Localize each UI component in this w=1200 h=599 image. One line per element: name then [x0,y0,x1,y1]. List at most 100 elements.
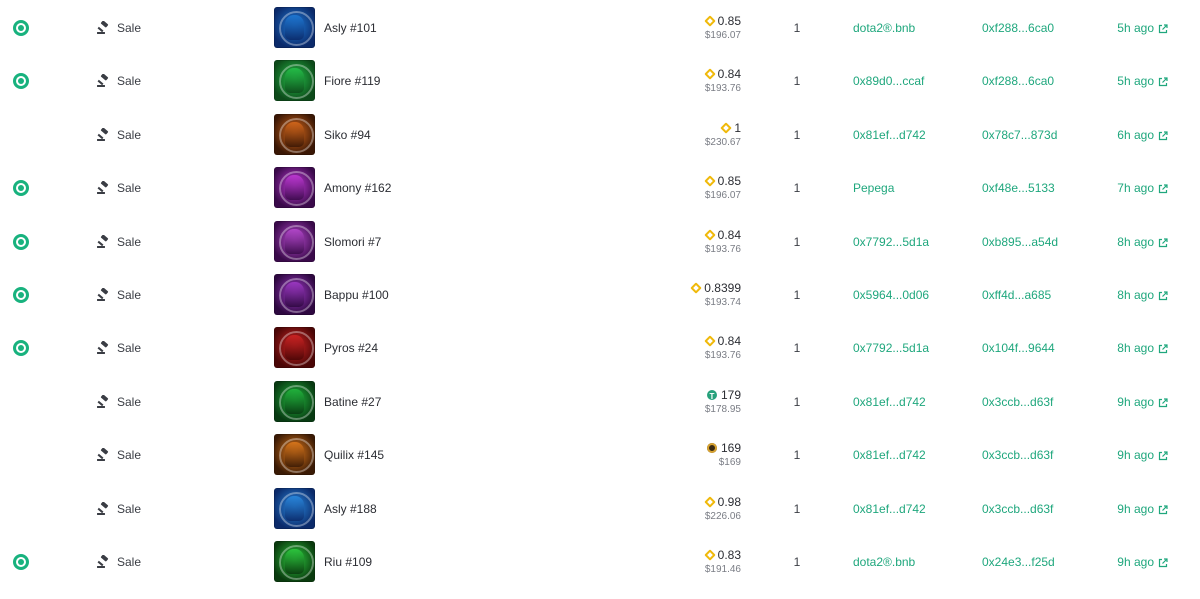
time-link[interactable]: 6h ago [1080,108,1168,161]
item-name[interactable]: Fiore #119 [324,74,380,88]
item-cell[interactable]: Riu #109 [274,535,372,588]
item-cell[interactable]: Amony #162 [274,161,391,214]
external-link-icon[interactable] [1158,343,1168,353]
item-cell[interactable]: Bappu #100 [274,268,389,321]
item-cell[interactable]: Asly #188 [274,482,377,535]
time-link[interactable]: 9h ago [1080,375,1168,428]
table-row[interactable]: Sale Siko #94 1 $230.67 1 0x81ef...d742 … [0,108,1200,161]
table-row[interactable]: Sale Quilix #145 169 $169 1 0x81ef...d74… [0,428,1200,481]
time-ago[interactable]: 9h ago [1117,448,1154,462]
item-name[interactable]: Riu #109 [324,555,372,569]
item-thumbnail[interactable] [274,381,315,422]
table-row[interactable]: Sale Asly #101 0.85 $196.07 1 dota2®.bnb… [0,1,1200,54]
item-thumbnail[interactable] [274,114,315,155]
time-link[interactable]: 9h ago [1080,428,1168,481]
item-name[interactable]: Asly #188 [324,502,377,516]
table-row[interactable]: Sale Fiore #119 0.84 $193.76 1 0x89d0...… [0,54,1200,107]
from-address-link[interactable]: Pepega [853,161,894,214]
item-activity-table: Sale Asly #101 0.85 $196.07 1 dota2®.bnb… [0,0,1200,599]
item-cell[interactable]: Siko #94 [274,108,371,161]
item-name[interactable]: Pyros #24 [324,341,378,355]
to-address-link[interactable]: 0x3ccb...d63f [982,482,1053,535]
to-address-link[interactable]: 0xb895...a54d [982,215,1058,268]
item-name[interactable]: Siko #94 [324,128,371,142]
external-link-icon[interactable] [1158,76,1168,86]
table-row[interactable]: Sale Slomori #7 0.84 $193.76 1 0x7792...… [0,215,1200,268]
item-thumbnail[interactable] [274,488,315,529]
time-ago[interactable]: 7h ago [1117,181,1154,195]
item-cell[interactable]: Quilix #145 [274,428,384,481]
to-address-link[interactable]: 0xff4d...a685 [982,268,1051,321]
to-address-link[interactable]: 0x24e3...f25d [982,535,1055,588]
from-address-link[interactable]: dota2®.bnb [853,1,915,54]
item-thumbnail[interactable] [274,327,315,368]
time-ago[interactable]: 5h ago [1117,74,1154,88]
from-address-link[interactable]: 0x7792...5d1a [853,321,929,374]
external-link-icon[interactable] [1158,290,1168,300]
to-address-link[interactable]: 0x104f...9644 [982,321,1055,374]
time-link[interactable]: 5h ago [1080,1,1168,54]
to-address-link[interactable]: 0x78c7...873d [982,108,1057,161]
item-thumbnail[interactable] [274,167,315,208]
time-ago[interactable]: 8h ago [1117,288,1154,302]
item-name[interactable]: Bappu #100 [324,288,389,302]
item-thumbnail[interactable] [274,60,315,101]
time-ago[interactable]: 9h ago [1117,395,1154,409]
external-link-icon[interactable] [1158,504,1168,514]
from-address-link[interactable]: 0x81ef...d742 [853,482,926,535]
from-address-link[interactable]: dota2®.bnb [853,535,915,588]
to-address-link[interactable]: 0x3ccb...d63f [982,375,1053,428]
table-row[interactable]: Sale Riu #109 0.83 $191.46 1 dota2®.bnb … [0,535,1200,588]
to-address-link[interactable]: 0xf48e...5133 [982,161,1055,214]
to-address-link[interactable]: 0xf288...6ca0 [982,54,1054,107]
from-address-link[interactable]: 0x81ef...d742 [853,428,926,481]
time-ago[interactable]: 5h ago [1117,21,1154,35]
to-address-link[interactable]: 0xf288...6ca0 [982,1,1054,54]
table-row[interactable]: Sale Pyros #24 0.84 $193.76 1 0x7792...5… [0,321,1200,374]
external-link-icon[interactable] [1158,183,1168,193]
table-row[interactable]: Sale Bappu #100 0.8399 $193.74 1 0x5964.… [0,268,1200,321]
item-cell[interactable]: Batine #27 [274,375,381,428]
item-name[interactable]: Asly #101 [324,21,377,35]
time-link[interactable]: 7h ago [1080,161,1168,214]
external-link-icon[interactable] [1158,450,1168,460]
from-address-link[interactable]: 0x5964...0d06 [853,268,929,321]
time-ago[interactable]: 9h ago [1117,502,1154,516]
table-row[interactable]: Sale Asly #188 0.98 $226.06 1 0x81ef...d… [0,482,1200,535]
item-name[interactable]: Batine #27 [324,395,381,409]
time-ago[interactable]: 8h ago [1117,341,1154,355]
item-name[interactable]: Slomori #7 [324,235,381,249]
external-link-icon[interactable] [1158,397,1168,407]
time-link[interactable]: 8h ago [1080,215,1168,268]
to-address-link[interactable]: 0x3ccb...d63f [982,428,1053,481]
from-address-link[interactable]: 0x89d0...ccaf [853,54,924,107]
time-link[interactable]: 8h ago [1080,268,1168,321]
item-cell[interactable]: Slomori #7 [274,215,381,268]
item-cell[interactable]: Fiore #119 [274,54,380,107]
time-link[interactable]: 8h ago [1080,321,1168,374]
from-address-link[interactable]: 0x81ef...d742 [853,375,926,428]
time-ago[interactable]: 9h ago [1117,555,1154,569]
item-name[interactable]: Quilix #145 [324,448,384,462]
table-row[interactable]: Sale Batine #27 179 $178.95 1 0x81ef...d… [0,375,1200,428]
time-link[interactable]: 9h ago [1080,535,1168,588]
item-cell[interactable]: Asly #101 [274,1,377,54]
time-link[interactable]: 9h ago [1080,482,1168,535]
item-thumbnail[interactable] [274,221,315,262]
time-ago[interactable]: 6h ago [1117,128,1154,142]
item-thumbnail[interactable] [274,274,315,315]
from-address-link[interactable]: 0x81ef...d742 [853,108,926,161]
item-cell[interactable]: Pyros #24 [274,321,378,374]
item-thumbnail[interactable] [274,434,315,475]
external-link-icon[interactable] [1158,130,1168,140]
from-address-link[interactable]: 0x7792...5d1a [853,215,929,268]
item-name[interactable]: Amony #162 [324,181,391,195]
external-link-icon[interactable] [1158,23,1168,33]
external-link-icon[interactable] [1158,237,1168,247]
item-thumbnail[interactable] [274,541,315,582]
time-link[interactable]: 5h ago [1080,54,1168,107]
time-ago[interactable]: 8h ago [1117,235,1154,249]
table-row[interactable]: Sale Amony #162 0.85 $196.07 1 Pepega 0x… [0,161,1200,214]
external-link-icon[interactable] [1158,557,1168,567]
item-thumbnail[interactable] [274,7,315,48]
